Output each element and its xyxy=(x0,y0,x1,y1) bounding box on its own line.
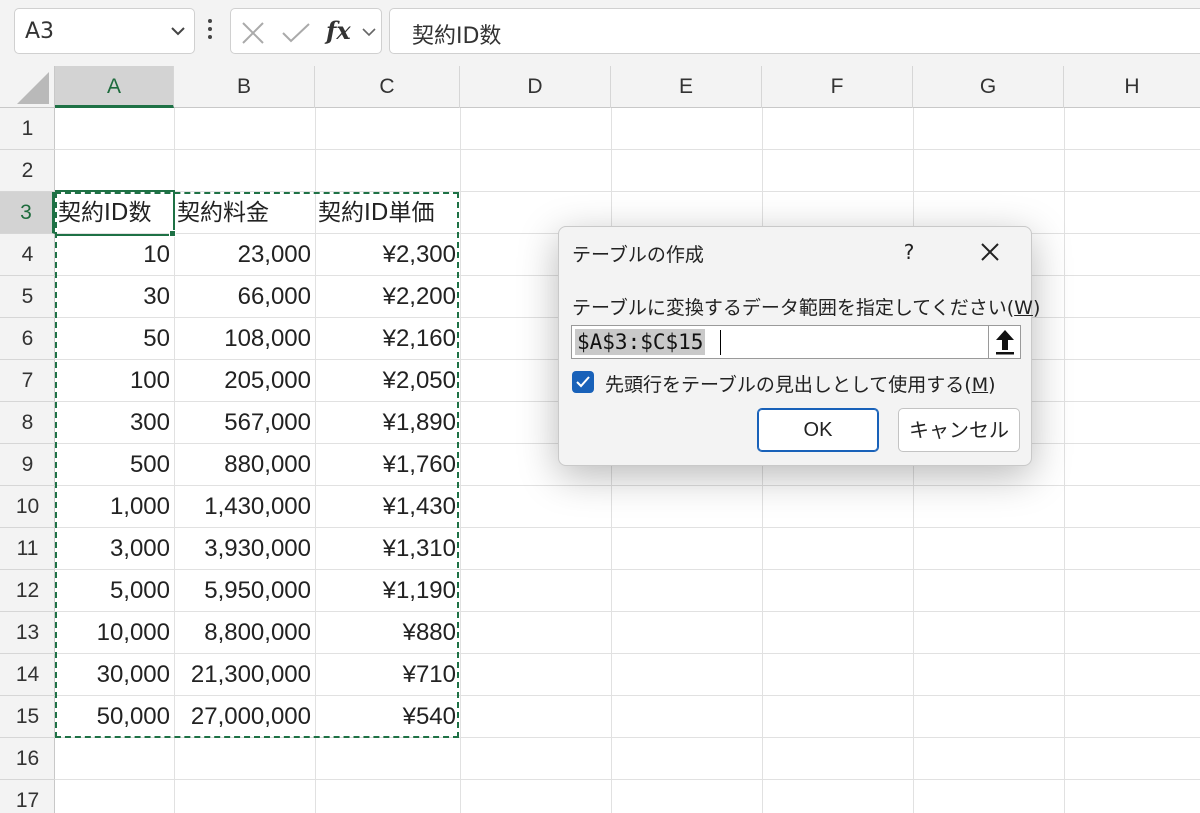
insert-function-button[interactable]: fx xyxy=(326,16,351,45)
select-all-button[interactable] xyxy=(0,66,55,108)
checkbox-label-close: ) xyxy=(988,374,996,396)
row-header[interactable]: 10 xyxy=(0,486,55,528)
row-header[interactable]: 6 xyxy=(0,318,55,360)
column-header-c[interactable]: C xyxy=(315,66,460,108)
column-header-e[interactable]: E xyxy=(611,66,762,108)
range-prompt-text: テーブルに変換するデータ範囲を指定してください( xyxy=(572,297,1015,319)
formula-controls: fx xyxy=(230,8,382,54)
column-header-a[interactable]: A xyxy=(55,66,174,108)
collapse-dialog-button[interactable] xyxy=(988,326,1020,358)
range-prompt-accesskey: W xyxy=(1014,297,1033,319)
up-arrow-icon xyxy=(996,330,1014,355)
name-box[interactable]: A3 xyxy=(14,8,195,54)
row-header[interactable]: 14 xyxy=(0,654,55,696)
text-caret xyxy=(720,330,721,355)
checkmark-icon xyxy=(576,376,590,388)
cancel-button[interactable]: キャンセル xyxy=(898,408,1020,452)
column-header-f[interactable]: F xyxy=(762,66,913,108)
row-header[interactable]: 1 xyxy=(0,108,55,150)
headers-checkbox[interactable] xyxy=(572,371,594,393)
column-header-b[interactable]: B xyxy=(174,66,315,108)
checkbox-label-accesskey: M xyxy=(971,374,989,396)
row-headers: 1 2 3 4 5 6 7 8 9 10 11 12 13 14 15 16 1… xyxy=(0,108,55,813)
row-header[interactable]: 2 xyxy=(0,150,55,192)
cancel-icon[interactable] xyxy=(241,21,265,45)
column-header-g[interactable]: G xyxy=(913,66,1064,108)
formula-bar: A3 fx 契約ID数 xyxy=(0,0,1200,66)
close-icon xyxy=(981,243,999,261)
row-header[interactable]: 15 xyxy=(0,696,55,738)
more-options-icon[interactable] xyxy=(203,19,217,43)
chevron-down-icon[interactable] xyxy=(170,25,186,37)
help-button[interactable]: ? xyxy=(893,235,925,269)
active-cell-border xyxy=(55,190,175,236)
range-input-value: $A$3:$C$15 xyxy=(575,329,706,355)
range-prompt-close: ) xyxy=(1032,297,1041,319)
column-header-h[interactable]: H xyxy=(1064,66,1200,108)
column-headers: A B C D E F G H xyxy=(0,66,1200,108)
close-button[interactable] xyxy=(973,235,1007,269)
row-header[interactable]: 11 xyxy=(0,528,55,570)
row-header[interactable]: 4 xyxy=(0,234,55,276)
row-header[interactable]: 5 xyxy=(0,276,55,318)
range-prompt: テーブルに変換するデータ範囲を指定してください(W) xyxy=(572,293,1040,320)
create-table-dialog: テーブルの作成 ? テーブルに変換するデータ範囲を指定してください(W) $A$… xyxy=(558,226,1040,466)
column-header-d[interactable]: D xyxy=(460,66,611,108)
row-header[interactable]: 3 xyxy=(0,192,55,234)
row-header[interactable]: 8 xyxy=(0,402,55,444)
row-header[interactable]: 17 xyxy=(0,780,55,813)
checkmark-icon[interactable] xyxy=(281,21,311,45)
headers-checkbox-label[interactable]: 先頭行をテーブルの見出しとして使用する(M) xyxy=(605,370,996,397)
formula-input[interactable]: 契約ID数 xyxy=(389,8,1200,54)
fill-handle[interactable] xyxy=(169,230,176,237)
row-header[interactable]: 9 xyxy=(0,444,55,486)
ok-button[interactable]: OK xyxy=(757,408,879,452)
name-box-value: A3 xyxy=(25,19,55,44)
formula-text: 契約ID数 xyxy=(412,24,502,49)
row-header[interactable]: 12 xyxy=(0,570,55,612)
row-header[interactable]: 7 xyxy=(0,360,55,402)
dialog-title: テーブルの作成 xyxy=(572,244,704,266)
row-header[interactable]: 16 xyxy=(0,738,55,780)
range-input[interactable]: $A$3:$C$15 xyxy=(571,325,1021,359)
range-selection-marquee xyxy=(55,192,459,738)
select-all-icon xyxy=(17,72,49,104)
row-header[interactable]: 13 xyxy=(0,612,55,654)
chevron-down-icon[interactable] xyxy=(361,26,377,38)
checkbox-label-text: 先頭行をテーブルの見出しとして使用する( xyxy=(605,374,972,396)
